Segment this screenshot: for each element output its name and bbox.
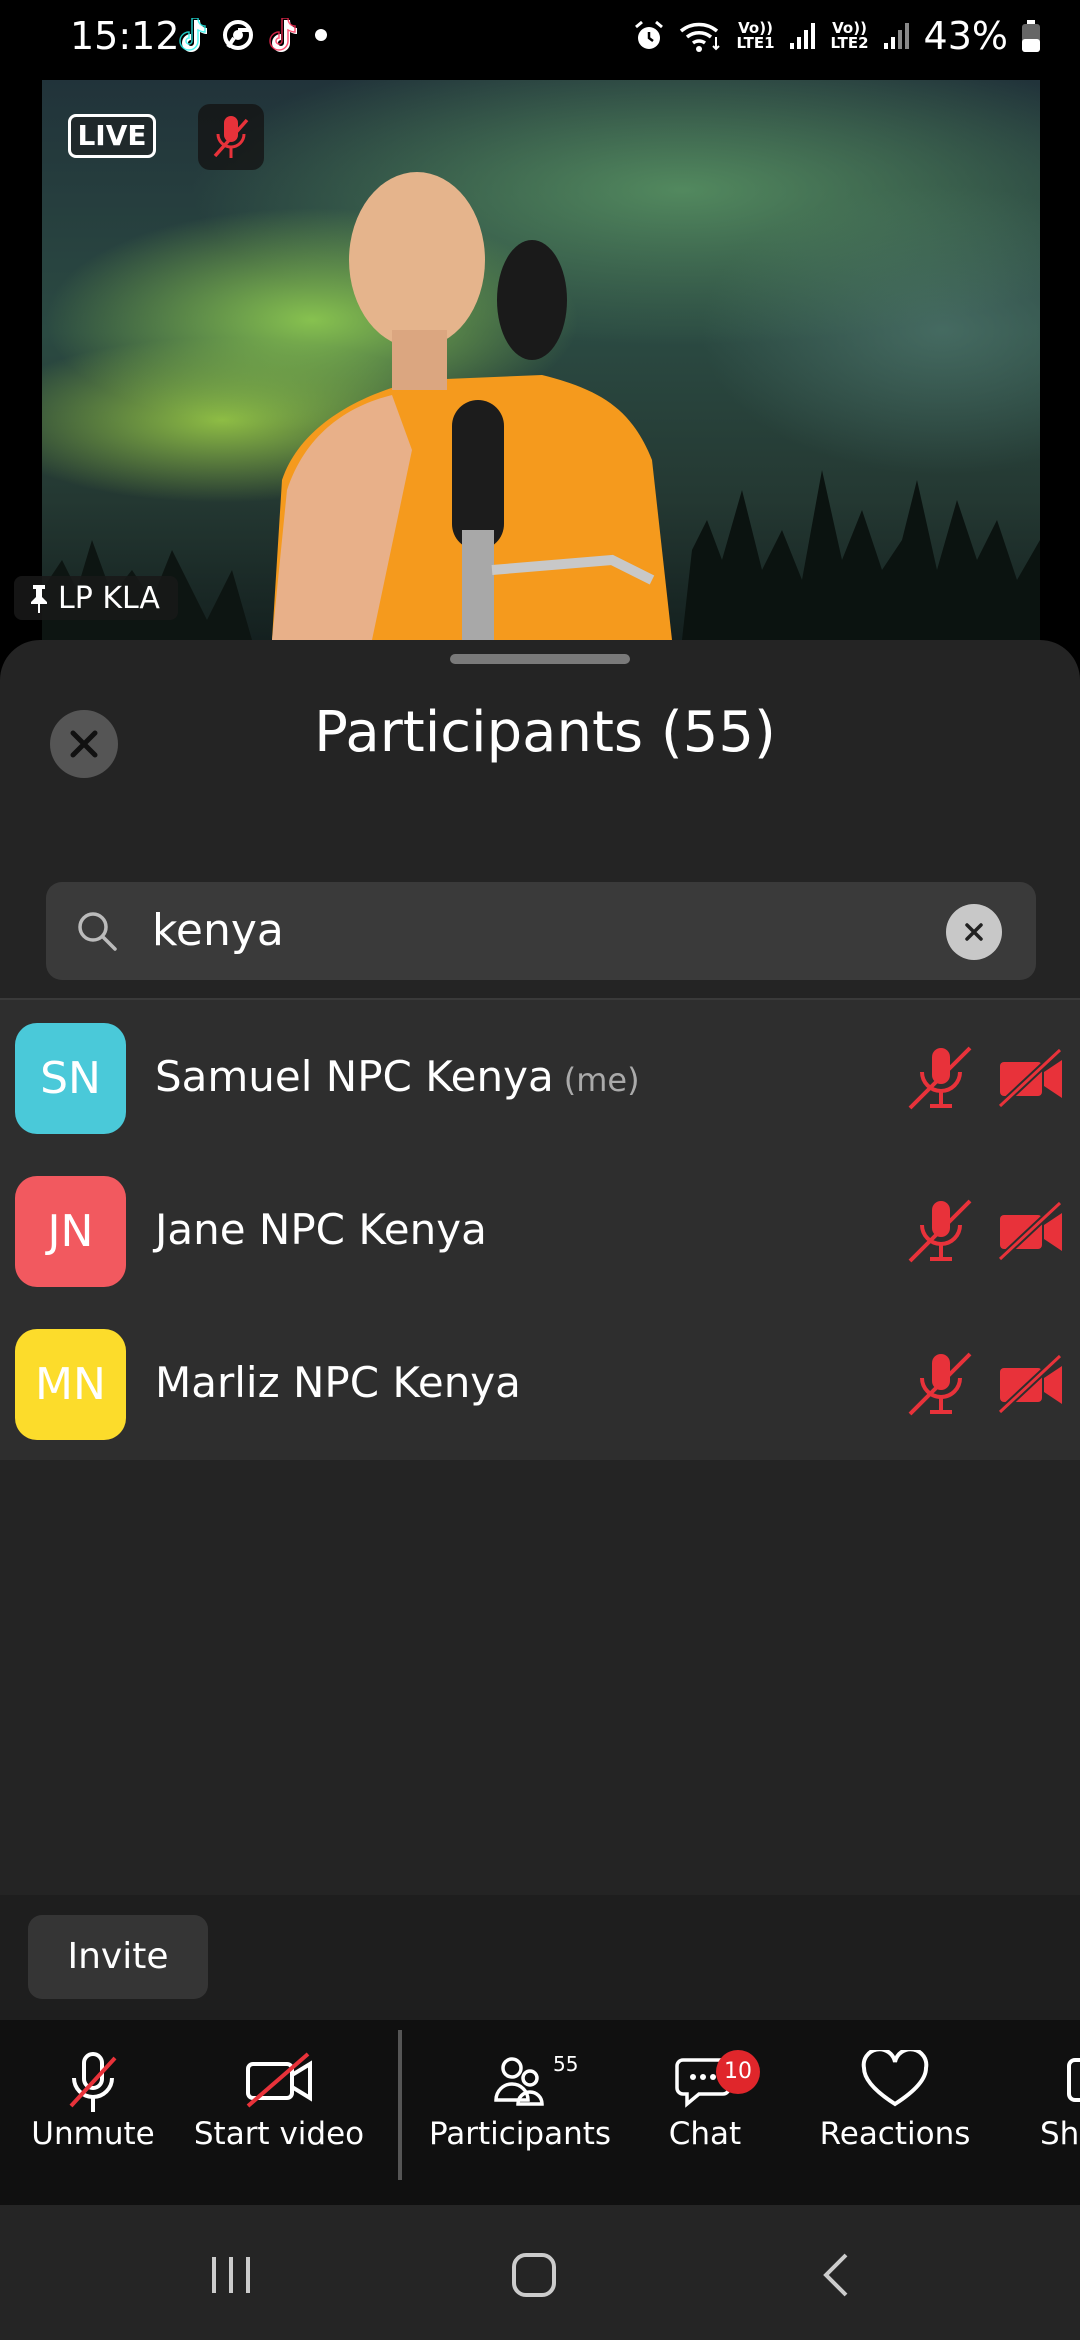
video-off-icon <box>246 2052 312 2108</box>
mic-muted-icon <box>908 1199 972 1263</box>
meeting-toolbar: Unmute Start video 55 Participants 10 Ch… <box>0 2020 1080 2205</box>
battery-icon <box>1022 20 1040 52</box>
toolbar-separator <box>398 2030 402 2180</box>
close-icon <box>70 730 98 758</box>
clear-search-button[interactable] <box>946 904 1002 960</box>
video-off-icon <box>998 1201 1063 1261</box>
alarm-icon <box>634 20 663 49</box>
avatar: JN <box>15 1176 126 1287</box>
system-icons: Vo)) LTE1 Vo)) LTE2 43% <box>632 14 1042 58</box>
share-label: Sha <box>1040 2116 1080 2152</box>
video-off-icon <box>998 1048 1063 1108</box>
participant-row[interactable]: JN Jane NPC Kenya <box>0 1153 1080 1306</box>
active-speaker-video[interactable] <box>42 80 1040 640</box>
heart-icon <box>861 2050 929 2107</box>
system-nav-bar <box>0 2205 1080 2340</box>
status-bar: 15:12 Vo)) LTE1 Vo)) LTE2 43% <box>0 0 1080 80</box>
participants-list: SN Samuel NPC Kenya (me) JN Jane NPC Keny… <box>0 1000 1080 1460</box>
speaker-mic-muted-badge <box>198 104 264 170</box>
participant-name: Jane NPC Kenya <box>155 1205 487 1254</box>
sheet-drag-handle[interactable] <box>450 654 630 664</box>
share-icon <box>1067 2058 1080 2102</box>
dot-icon <box>315 29 327 41</box>
home-icon[interactable] <box>510 2251 558 2299</box>
mic-muted-icon <box>908 1046 972 1110</box>
unmute-button[interactable]: Unmute <box>0 2020 186 2205</box>
page-title: Participants (55) <box>314 700 776 765</box>
tiktok-icon <box>179 18 207 52</box>
share-button[interactable]: Sha <box>1000 2020 1080 2205</box>
start-video-label: Start video <box>193 2116 365 2152</box>
recents-icon[interactable] <box>208 2253 254 2297</box>
signal-icon <box>883 23 909 49</box>
signal-icon <box>789 23 815 49</box>
chrome-icon <box>223 20 253 50</box>
pin-icon <box>31 585 47 613</box>
participant-row[interactable]: MN Marliz NPC Kenya <box>0 1306 1080 1459</box>
participant-name-wrap: Samuel NPC Kenya (me) <box>155 1000 640 1153</box>
search-field[interactable]: kenya <box>46 882 1036 980</box>
invite-button[interactable]: Invite <box>28 1915 208 1999</box>
status-time: 15:12 <box>70 14 180 58</box>
video-off-icon <box>998 1354 1063 1414</box>
tiktok-icon <box>269 18 297 52</box>
live-badge: LIVE <box>68 114 156 158</box>
battery-percent: 43% <box>923 14 1008 58</box>
chat-unread-badge: 10 <box>716 2050 760 2094</box>
participant-row[interactable]: SN Samuel NPC Kenya (me) <box>0 1000 1080 1153</box>
mic-off-icon <box>69 2052 117 2112</box>
start-video-button[interactable]: Start video <box>186 2020 372 2205</box>
close-icon <box>965 923 983 941</box>
back-icon[interactable] <box>820 2251 852 2299</box>
avatar: MN <box>15 1329 126 1440</box>
mic-off-icon <box>213 116 249 158</box>
mic-muted-icon <box>908 1352 972 1416</box>
pinned-name: LP KLA <box>58 580 160 616</box>
reactions-label: Reactions <box>819 2116 971 2152</box>
participant-name: Marliz NPC Kenya <box>155 1358 521 1407</box>
reactions-button[interactable]: Reactions <box>790 2020 1000 2205</box>
wifi-icon <box>679 22 720 52</box>
notification-icons <box>178 18 330 52</box>
search-input[interactable]: kenya <box>152 882 284 980</box>
close-button[interactable] <box>50 710 118 778</box>
participants-icon <box>494 2057 544 2106</box>
network-2-label: Vo)) LTE2 <box>830 19 869 52</box>
speaker-figure <box>272 172 672 640</box>
network-1-label: Vo)) LTE1 <box>736 19 775 52</box>
participants-count: 55 <box>553 2052 579 2076</box>
me-label: (me) <box>563 1061 640 1099</box>
participant-name: Samuel NPC Kenya <box>155 1052 554 1101</box>
avatar: SN <box>15 1023 126 1134</box>
chat-button[interactable]: 10 Chat <box>620 2020 790 2205</box>
participants-button[interactable]: 55 Participants <box>420 2020 620 2205</box>
pinned-name-tag: LP KLA <box>14 576 178 620</box>
search-icon <box>78 912 117 951</box>
